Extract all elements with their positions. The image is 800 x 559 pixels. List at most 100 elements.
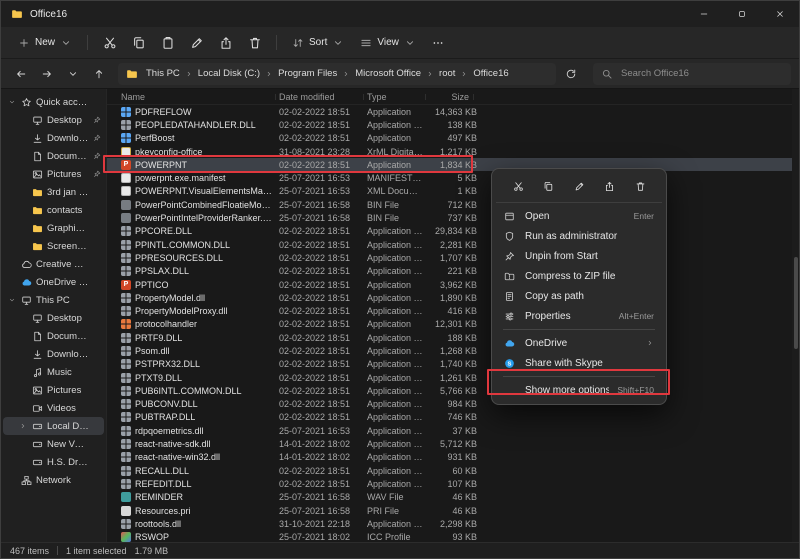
menu-item-open[interactable]: OpenEnter	[496, 206, 662, 226]
file-row-recall-dll[interactable]: RECALL.DLL02-02-2022 18:51Application ex…	[107, 464, 792, 477]
file-row-propertymodelproxy-dll[interactable]: PropertyModelProxy.dll02-02-2022 18:51Ap…	[107, 304, 792, 317]
sidebar-item-screenshots[interactable]: Screenshots	[3, 237, 104, 255]
sidebar-item-graphics-for-af-pro[interactable]: Graphics for AF pro...	[3, 219, 104, 237]
up-button[interactable]	[87, 62, 111, 86]
breadcrumb-item-microsoft-office[interactable]: Microsoft Office	[352, 67, 424, 80]
file-row-perfboost[interactable]: PerfBoost02-02-2022 18:51Application497 …	[107, 132, 792, 145]
sidebar-item-quick-access[interactable]: Quick access	[3, 93, 104, 111]
file-row-rdpqoemetrics-dll[interactable]: rdpqoemetrics.dll25-07-2021 16:53Applica…	[107, 424, 792, 437]
recent-locations-button[interactable]	[61, 62, 85, 86]
context-cut-button[interactable]	[506, 175, 530, 197]
file-row-pkeyconfig-office[interactable]: pkeyconfig-office31-08-2021 23:28XrML Di…	[107, 145, 792, 158]
menu-item-compress-to-zip-file[interactable]: Compress to ZIP file	[496, 266, 662, 286]
forward-button[interactable]	[35, 62, 59, 86]
file-row-powerpnt-visualelementsmanifest[interactable]: POWERPNT.VisualElementsManifest25-07-202…	[107, 185, 792, 198]
file-row-ppcore-dll[interactable]: PPCORE.DLL02-02-2022 18:51Application ex…	[107, 225, 792, 238]
file-row-refedit-dll[interactable]: REFEDIT.DLL02-02-2022 18:51Application e…	[107, 477, 792, 490]
delete-button[interactable]	[241, 30, 268, 56]
paste-button[interactable]	[154, 30, 181, 56]
sidebar-item-h-s-drive-e[interactable]: H.S. Drive (E:)	[3, 453, 104, 471]
rename-button[interactable]	[183, 30, 210, 56]
sidebar-item-onedrive-personal[interactable]: OneDrive - Personal	[3, 273, 104, 291]
menu-item-properties[interactable]: PropertiesAlt+Enter	[496, 306, 662, 326]
file-row-peopledatahandler-dll[interactable]: PEOPLEDATAHANDLER.DLL02-02-2022 18:51App…	[107, 118, 792, 131]
sidebar-item-desktop[interactable]: Desktop	[3, 111, 104, 129]
file-row-ptxt9-dll[interactable]: PTXT9.DLL02-02-2022 18:51Application ext…	[107, 371, 792, 384]
breadcrumb-item-office16[interactable]: Office16	[470, 67, 511, 80]
file-row-powerpointcombinedfloatiemodel-bin[interactable]: PowerPointCombinedFloatieModel.bin25-07-…	[107, 198, 792, 211]
chevron-right-icon[interactable]	[19, 422, 28, 430]
more-options-button[interactable]	[425, 30, 452, 56]
sidebar-item-downloads[interactable]: Downloads	[3, 129, 104, 147]
sidebar-item-contacts[interactable]: contacts	[3, 201, 104, 219]
breadcrumb-item-program-files[interactable]: Program Files	[275, 67, 340, 80]
file-row-reminder[interactable]: REMINDER25-07-2021 16:58WAV File46 KB	[107, 491, 792, 504]
file-row-pub6intl-common-dll[interactable]: PUB6INTL.COMMON.DLL02-02-2022 18:51Appli…	[107, 384, 792, 397]
file-row-pubtrap-dll[interactable]: PUBTRAP.DLL02-02-2022 18:51Application e…	[107, 411, 792, 424]
context-rename-button[interactable]	[567, 175, 591, 197]
file-row-pubconv-dll[interactable]: PUBCONV.DLL02-02-2022 18:51Application e…	[107, 398, 792, 411]
breadcrumb-item-local-disk-c[interactable]: Local Disk (C:)	[195, 67, 263, 80]
sidebar-item-creative-cloud-files[interactable]: Creative Cloud Files	[3, 255, 104, 273]
breadcrumb-chevron-icon[interactable]	[425, 70, 435, 78]
vertical-scrollbar[interactable]	[792, 89, 799, 542]
share-button[interactable]	[212, 30, 239, 56]
search-input[interactable]	[619, 67, 783, 80]
view-button[interactable]: View	[353, 33, 423, 53]
menu-item-copy-as-path[interactable]: Copy as path	[496, 286, 662, 306]
file-row-psom-dll[interactable]: Psom.dll02-02-2022 18:51Application exte…	[107, 344, 792, 357]
close-button[interactable]	[761, 1, 799, 27]
sort-button[interactable]: Sort	[285, 33, 351, 53]
file-row-pstprx32-dll[interactable]: PSTPRX32.DLL02-02-2022 18:51Application …	[107, 358, 792, 371]
scrollbar-thumb[interactable]	[794, 257, 798, 349]
file-row-pdfreflow[interactable]: PDFREFLOW02-02-2022 18:51Application14,3…	[107, 105, 792, 118]
menu-item-unpin-from-start[interactable]: Unpin from Start	[496, 246, 662, 266]
breadcrumb-chevron-icon[interactable]	[184, 70, 194, 78]
chevron-down-icon[interactable]	[8, 296, 17, 304]
file-row-prtf9-dll[interactable]: PRTF9.DLL02-02-2022 18:51Application ext…	[107, 331, 792, 344]
sidebar-item-new-volume-d[interactable]: New Volume (D:)	[3, 435, 104, 453]
menu-item-onedrive[interactable]: OneDrive	[496, 333, 662, 353]
context-delete-button[interactable]	[628, 175, 652, 197]
breadcrumb-chevron-icon[interactable]	[264, 70, 274, 78]
file-row-rswop[interactable]: RSWOP25-07-2021 18:02ICC Profile93 KB	[107, 531, 792, 543]
maximize-button[interactable]	[723, 1, 761, 27]
column-header-type[interactable]: Type	[367, 92, 429, 102]
sidebar-item-local-disk-c[interactable]: Local Disk (C:)	[3, 417, 104, 435]
sidebar-item-desktop[interactable]: Desktop	[3, 309, 104, 327]
file-row-roottools-dll[interactable]: roottools.dll31-10-2021 22:18Application…	[107, 517, 792, 530]
cut-button[interactable]	[96, 30, 123, 56]
column-header-name[interactable]: Name	[121, 92, 279, 102]
column-header-size[interactable]: Size	[429, 92, 477, 102]
breadcrumb-item-this-pc[interactable]: This PC	[143, 67, 183, 80]
sidebar-item-downloads[interactable]: Downloads	[3, 345, 104, 363]
menu-item-run-as-administrator[interactable]: Run as administrator	[496, 226, 662, 246]
chevron-down-icon[interactable]	[8, 98, 17, 106]
menu-item-share-with-skype[interactable]: SShare with Skype	[496, 353, 662, 373]
sidebar-item-documents[interactable]: Documents	[3, 327, 104, 345]
file-row-resources-pri[interactable]: Resources.pri25-07-2021 16:58PRI File46 …	[107, 504, 792, 517]
file-row-propertymodel-dll[interactable]: PropertyModel.dll02-02-2022 18:51Applica…	[107, 291, 792, 304]
file-row-protocolhandler[interactable]: protocolhandler02-02-2022 18:51Applicati…	[107, 318, 792, 331]
sidebar-item-pictures[interactable]: Pictures	[3, 165, 104, 183]
back-button[interactable]	[9, 62, 33, 86]
sidebar-item-this-pc[interactable]: This PC	[3, 291, 104, 309]
sidebar-item-network[interactable]: Network	[3, 471, 104, 489]
breadcrumb-item-root[interactable]: root	[436, 67, 458, 80]
breadcrumb-chevron-icon[interactable]	[341, 70, 351, 78]
menu-item-show-more-options[interactable]: Show more optionsShift+F10	[496, 380, 662, 400]
sidebar-item-3rd-jan-second-arti[interactable]: 3rd jan second arti...	[3, 183, 104, 201]
file-row-ppresources-dll[interactable]: PPRESOURCES.DLL02-02-2022 18:51Applicati…	[107, 251, 792, 264]
breadcrumb-chevron-icon[interactable]	[459, 70, 469, 78]
file-row-ppintl-common-dll[interactable]: PPINTL.COMMON.DLL02-02-2022 18:51Applica…	[107, 238, 792, 251]
file-row-pptico[interactable]: PPPTICO02-02-2022 18:51Application3,962 …	[107, 278, 792, 291]
sidebar-item-videos[interactable]: Videos	[3, 399, 104, 417]
refresh-button[interactable]	[559, 62, 583, 86]
sidebar-item-pictures[interactable]: Pictures	[3, 381, 104, 399]
new-button[interactable]: New	[11, 33, 79, 53]
file-row-powerpnt[interactable]: PPOWERPNT02-02-2022 18:51Application1,83…	[107, 158, 792, 171]
minimize-button[interactable]	[685, 1, 723, 27]
context-copy-button[interactable]	[537, 175, 561, 197]
file-row-react-native-win32-dll[interactable]: react-native-win32.dll14-01-2022 18:02Ap…	[107, 451, 792, 464]
sidebar-item-music[interactable]: Music	[3, 363, 104, 381]
